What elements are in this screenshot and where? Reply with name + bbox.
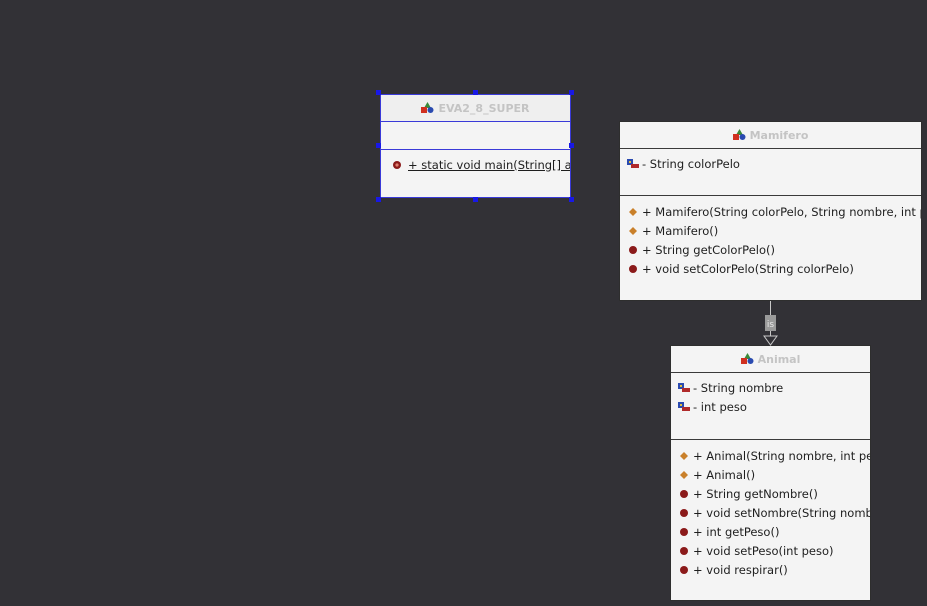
method-signature: + String getColorPelo()	[642, 242, 775, 257]
private-field-icon	[678, 401, 690, 411]
selection-handle[interactable]	[376, 90, 381, 95]
class-header: Animal	[671, 346, 870, 373]
selection-handle[interactable]	[376, 143, 381, 148]
method-icon	[680, 546, 688, 555]
selection-handle[interactable]	[569, 197, 574, 202]
method-respirar[interactable]: + void respirar()	[671, 560, 870, 579]
method-section: + Mamifero(String colorPelo, String nomb…	[620, 196, 921, 278]
method-section: + Animal(String nombre, int pes + Animal…	[671, 440, 870, 579]
method-icon	[680, 508, 688, 517]
class-eva2-8-super[interactable]: EVA2_8_SUPER + static void main(String[]…	[380, 94, 571, 198]
method-signature: + void setColorPelo(String colorPelo)	[642, 261, 854, 276]
selection-handle[interactable]	[569, 90, 574, 95]
selection-handle[interactable]	[569, 143, 574, 148]
class-title: Animal	[757, 352, 801, 366]
class-icon	[740, 353, 754, 364]
constructor-icon	[680, 451, 688, 460]
method-constructor-full[interactable]: + Animal(String nombre, int pes	[671, 446, 870, 465]
attribute-text: - String colorPelo	[642, 156, 740, 171]
private-field-icon	[627, 158, 639, 168]
class-header: Mamifero	[620, 122, 921, 149]
class-header: EVA2_8_SUPER	[381, 95, 570, 122]
constructor-icon	[629, 226, 637, 235]
selection-handle[interactable]	[473, 90, 478, 95]
method-setnombre[interactable]: + void setNombre(String nombre	[671, 503, 870, 522]
method-constructor-empty[interactable]: + Animal()	[671, 465, 870, 484]
class-title: Mamifero	[749, 128, 809, 142]
method-signature: + int getPeso()	[693, 524, 780, 539]
class-icon	[421, 102, 434, 113]
attribute-nombre[interactable]: - String nombre	[671, 378, 870, 397]
method-signature: + void respirar()	[693, 562, 788, 577]
attribute-colorpelo[interactable]: - String colorPelo	[620, 154, 921, 173]
edge-label-bg	[765, 315, 776, 331]
class-title: EVA2_8_SUPER	[438, 101, 530, 115]
method-setcolorpelo[interactable]: + void setColorPelo(String colorPelo)	[620, 259, 921, 278]
constructor-icon	[680, 470, 688, 479]
inheritance-arrowhead	[763, 335, 778, 346]
attribute-section	[381, 122, 570, 150]
attribute-peso[interactable]: - int peso	[671, 397, 870, 416]
method-getnombre[interactable]: + String getNombre()	[671, 484, 870, 503]
method-signature: + void setNombre(String nombre	[693, 505, 871, 520]
attribute-section: - String colorPelo	[620, 149, 921, 196]
method-setpeso[interactable]: + void setPeso(int peso)	[671, 541, 870, 560]
method-signature: + Animal()	[693, 467, 756, 482]
method-signature: + Mamifero(String colorPelo, String nomb…	[642, 204, 922, 219]
class-animal[interactable]: Animal - String nombre - int peso + Anim…	[670, 345, 871, 601]
selection-handle[interactable]	[376, 197, 381, 202]
method-icon	[680, 565, 688, 574]
method-icon	[680, 489, 688, 498]
method-getpeso[interactable]: + int getPeso()	[671, 522, 870, 541]
attribute-text: - String nombre	[693, 380, 784, 395]
method-signature: + String getNombre()	[693, 486, 818, 501]
method-constructor-full[interactable]: + Mamifero(String colorPelo, String nomb…	[620, 202, 921, 221]
class-mamifero[interactable]: Mamifero - String colorPelo + Mamifero(S…	[619, 121, 922, 301]
method-section: + static void main(String[] args	[381, 150, 570, 174]
method-icon	[629, 245, 637, 254]
method-icon	[629, 264, 637, 273]
method-signature: + void setPeso(int peso)	[693, 543, 834, 558]
method-getcolorpelo[interactable]: + String getColorPelo()	[620, 240, 921, 259]
class-icon	[732, 129, 746, 140]
method-icon	[680, 527, 688, 536]
diagram-canvas[interactable]: EVA2_8_SUPER + static void main(String[]…	[0, 0, 927, 606]
attribute-text: - int peso	[693, 399, 747, 414]
selection-handle[interactable]	[473, 197, 478, 202]
edge-label: is	[767, 320, 775, 330]
method-signature: + Animal(String nombre, int pes	[693, 448, 871, 463]
private-field-icon	[678, 382, 690, 392]
constructor-icon	[629, 207, 637, 216]
attribute-section: - String nombre - int peso	[671, 373, 870, 440]
method-constructor-empty[interactable]: + Mamifero()	[620, 221, 921, 240]
method-signature: + static void main(String[] args	[408, 157, 570, 172]
static-method-icon	[393, 160, 401, 169]
method-main[interactable]: + static void main(String[] args	[381, 155, 570, 174]
method-signature: + Mamifero()	[642, 223, 719, 238]
